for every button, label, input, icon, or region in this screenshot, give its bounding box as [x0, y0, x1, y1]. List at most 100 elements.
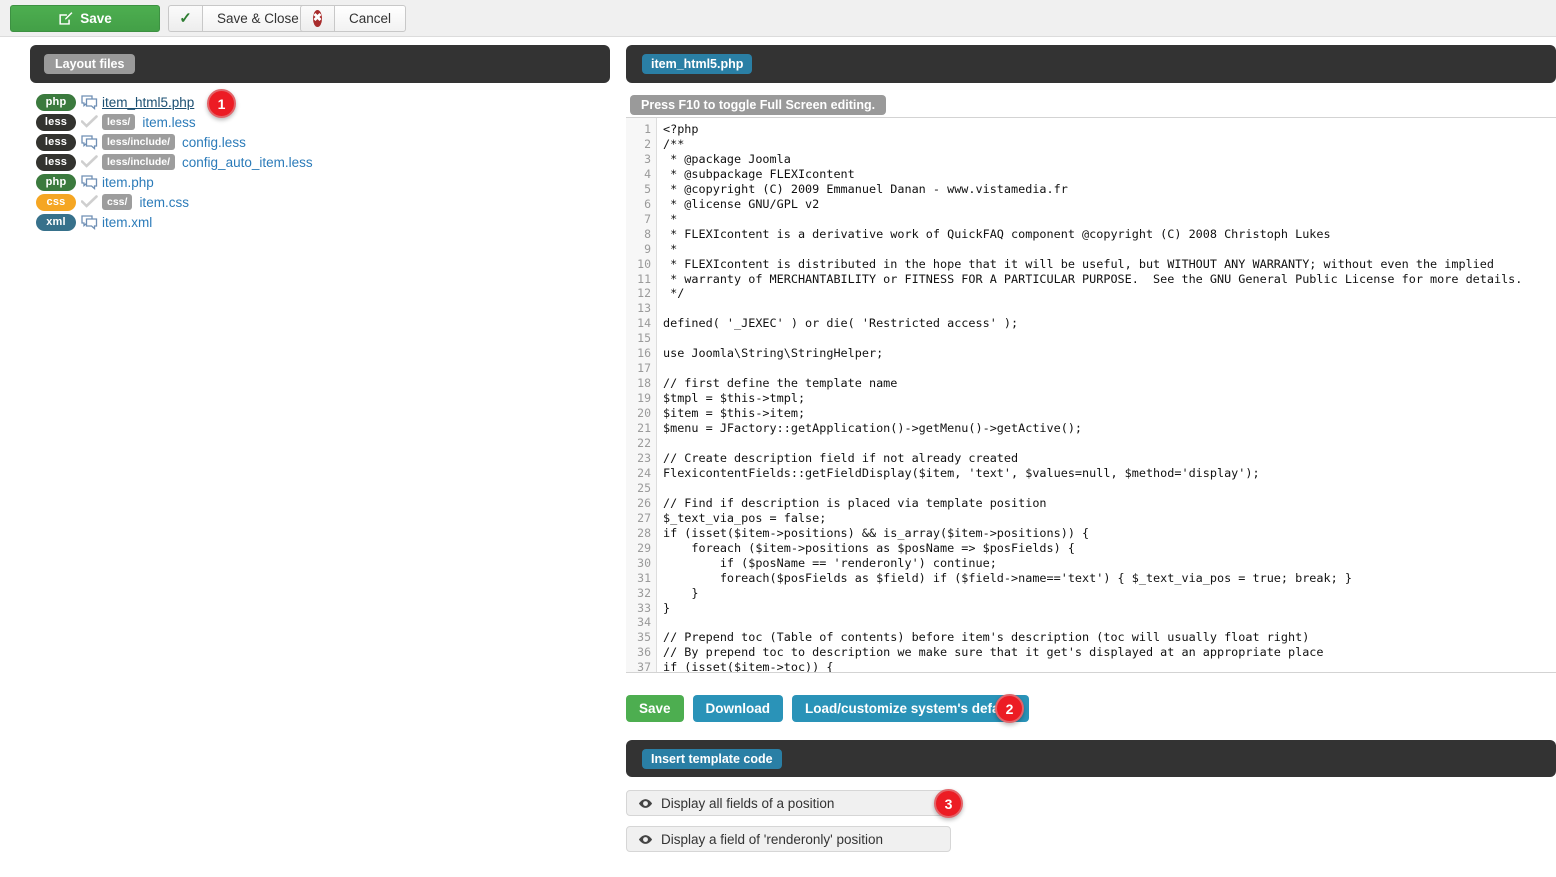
line-number: 5 [644, 181, 651, 196]
file-link[interactable]: item.xml [102, 215, 152, 230]
step-badge-3: 3 [934, 789, 963, 818]
line-number: 36 [637, 645, 651, 660]
step-badge-2: 2 [995, 694, 1024, 723]
code-line: $menu = JFactory::getApplication()->getM… [663, 421, 1083, 436]
save-and-close-button[interactable]: ✓ Save & Close [168, 5, 314, 32]
code-line: * warranty of MERCHANTABILITY or FITNESS… [663, 271, 1523, 286]
file-path-badge: css/ [102, 194, 133, 210]
file-row[interactable]: php item.php [36, 172, 596, 192]
file-link[interactable]: config_auto_item.less [182, 155, 313, 170]
layout-files-title: Layout files [44, 54, 136, 74]
code-line: // first define the template name [663, 376, 898, 391]
file-link[interactable]: config.less [182, 135, 246, 150]
check-icon[interactable] [76, 115, 102, 129]
save-and-close-label-cell[interactable]: Save & Close [202, 5, 314, 32]
file-row[interactable]: less less/include/config.less [36, 132, 596, 152]
code-line: FlexicontentFields::getFieldDisplay($ite… [663, 465, 1260, 480]
file-row[interactable]: less less/item.less [36, 112, 596, 132]
line-number: 33 [637, 600, 651, 615]
file-link[interactable]: item.css [139, 195, 189, 210]
line-number: 16 [637, 346, 651, 361]
line-number: 2 [644, 136, 651, 151]
step-badge-1: 1 [207, 89, 236, 118]
line-number: 18 [637, 376, 651, 391]
check-icon[interactable] [76, 155, 102, 169]
template-snippet-row[interactable]: Display a field of 'renderonly' position [626, 826, 951, 852]
check-icon[interactable] [76, 195, 102, 209]
file-link[interactable]: item_html5.php [102, 95, 194, 110]
eye-icon [638, 834, 653, 845]
line-number: 32 [637, 585, 651, 600]
code-line: */ [663, 286, 685, 301]
template-snippet-row[interactable]: Display all fields of a position [626, 790, 951, 816]
code-line: // By prepend toc to description we make… [663, 645, 1324, 660]
cancel-button[interactable]: ✖ Cancel [300, 5, 407, 32]
check-icon: ✓ [168, 5, 202, 32]
code-editor[interactable]: 1 2 3 4 5 6 7 8 9 10 11 12 13 14 15 16 17 18 19 20 21 22 23 24 2… [626, 117, 1556, 673]
line-number-gutter: 1 2 3 4 5 6 7 8 9 10 11 12 13 14 15 16 17 18 19 20 21 22 23 24 2… [626, 118, 657, 672]
cancel-label: Cancel [349, 11, 392, 26]
save-button[interactable]: Save [10, 5, 160, 32]
code-line: // Prepend toc (Table of contents) befor… [663, 630, 1310, 645]
fullscreen-hint: Press F10 to toggle Full Screen editing. [630, 95, 887, 115]
cancel-label-cell[interactable]: Cancel [334, 5, 407, 32]
action-button-save[interactable]: Save [626, 695, 684, 722]
code-line: <?php [663, 122, 699, 136]
comment-bubble-icon[interactable] [76, 214, 102, 230]
line-number: 13 [637, 301, 651, 316]
code-line: $item = $this->item; [663, 406, 806, 421]
file-row[interactable]: xml item.xml [36, 212, 596, 232]
code-line: /** [663, 136, 685, 151]
action-button-download[interactable]: Download [692, 695, 784, 722]
code-line: if (isset($item->positions) && is_array(… [663, 525, 1090, 540]
line-number: 3 [644, 151, 651, 166]
code-line: use Joomla\String\StringHelper; [663, 346, 884, 361]
code-line: $tmpl = $this->tmpl; [663, 391, 806, 406]
line-number: 12 [637, 286, 651, 301]
file-row[interactable]: less less/include/config_auto_item.less [36, 152, 596, 172]
template-snippet-label: Display all fields of a position [661, 795, 835, 811]
file-link[interactable]: item.php [102, 175, 154, 190]
editor-filename-pill: item_html5.php [642, 54, 753, 74]
insert-template-code-header: Insert template code [626, 740, 1556, 777]
line-number: 30 [637, 555, 651, 570]
file-row[interactable]: css css/item.css [36, 192, 596, 212]
file-path-badge: less/include/ [102, 134, 176, 150]
line-number: 37 [637, 660, 651, 673]
code-line: // Find if description is placed via tem… [663, 495, 1047, 510]
top-toolbar: Save ✓ Save & Close ✖ Cancel [0, 0, 1556, 37]
file-link[interactable]: item.less [142, 115, 195, 130]
layout-file-list: php item_html5.php less less/item.less less l… [36, 92, 596, 232]
file-path-badge: less/include/ [102, 154, 176, 170]
line-number: 28 [637, 525, 651, 540]
template-snippet-label: Display a field of 'renderonly' position [661, 831, 884, 847]
file-row[interactable]: php item_html5.php [36, 92, 596, 112]
line-number: 29 [637, 540, 651, 555]
line-number: 11 [637, 271, 651, 286]
file-extension-badge: less [36, 153, 76, 171]
line-number: 35 [637, 630, 651, 645]
action-button-load-customize-system-s-default[interactable]: Load/customize system's default [792, 695, 1030, 722]
code-line: // Create description field if not alrea… [663, 450, 1019, 465]
pencil-square-icon [58, 11, 73, 26]
code-line: * @license GNU/GPL v2 [663, 196, 820, 211]
line-number: 21 [637, 421, 651, 436]
comment-bubble-icon[interactable] [76, 174, 102, 190]
code-content[interactable]: <?php/** * @package Joomla * @subpackage… [657, 118, 1556, 672]
file-extension-badge: xml [36, 213, 76, 231]
comment-bubble-icon[interactable] [76, 134, 102, 150]
code-line: * FLEXIcontent is a derivative work of Q… [663, 226, 1331, 241]
code-line: * @copyright (C) 2009 Emmanuel Danan - w… [663, 181, 1068, 196]
template-code-snippet-list: Display all fields of a position Display … [626, 790, 951, 862]
layout-files-header: Layout files [30, 45, 610, 83]
line-number: 6 [644, 196, 651, 211]
code-line: foreach($posFields as $field) if ($field… [663, 570, 1352, 585]
code-line: } [663, 585, 699, 600]
line-number: 25 [637, 480, 651, 495]
line-number: 4 [644, 166, 651, 181]
insert-template-code-title: Insert template code [642, 748, 782, 769]
comment-bubble-icon[interactable] [76, 94, 102, 110]
